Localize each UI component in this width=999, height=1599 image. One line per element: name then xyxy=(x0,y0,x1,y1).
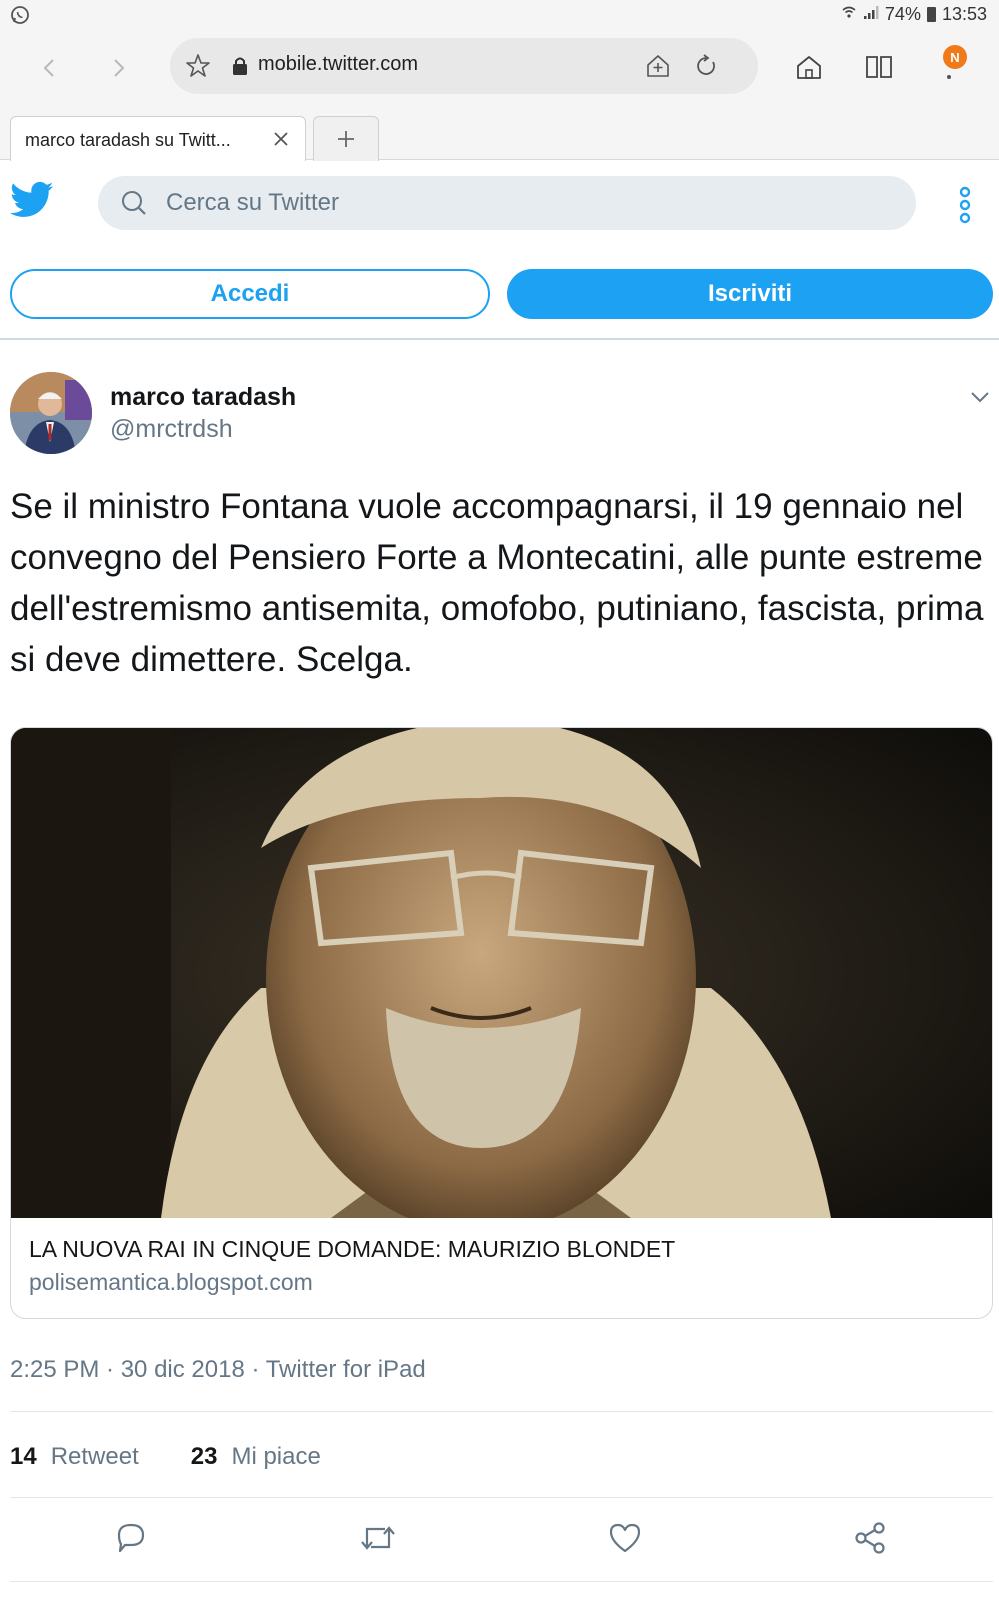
wifi-icon xyxy=(841,4,857,25)
retweet-label: Retweet xyxy=(50,1443,139,1470)
battery-icon xyxy=(926,7,936,22)
retweet-icon[interactable] xyxy=(358,1518,398,1558)
lock-icon xyxy=(226,52,254,80)
chevron-left-icon xyxy=(43,59,54,77)
tab-active[interactable]: marco taradash su Twitt... xyxy=(10,116,306,161)
divider xyxy=(10,1411,993,1412)
share-icon[interactable] xyxy=(850,1518,890,1558)
status-bar: 74% 13:53 xyxy=(0,0,999,30)
avatar[interactable] xyxy=(10,372,92,454)
tweet-stats: 14 Retweet 23 Mi piace xyxy=(10,1443,321,1471)
chevron-right-icon xyxy=(114,59,125,77)
whatsapp-notification-icon xyxy=(10,5,30,30)
tab-title: marco taradash su Twitt... xyxy=(25,130,231,150)
signal-icon xyxy=(863,4,879,25)
card-image xyxy=(11,728,992,1218)
clock: 13:53 xyxy=(941,4,987,24)
url-text: mobile.twitter.com xyxy=(258,53,419,75)
author-handle[interactable]: @mrctrdsh xyxy=(110,415,233,444)
reload-icon[interactable] xyxy=(692,52,720,80)
tweet-text: Se il ministro Fontana vuole accompagnar… xyxy=(10,487,984,679)
new-tab-button[interactable] xyxy=(313,116,379,161)
search-placeholder: Cerca su Twitter xyxy=(166,189,339,216)
twitter-logo-icon[interactable] xyxy=(10,180,54,220)
author-name[interactable]: marco taradash xyxy=(110,383,296,412)
link-card[interactable]: LA NUOVA RAI IN CINQUE DOMANDE: MAURIZIO… xyxy=(10,727,993,1319)
divider xyxy=(10,1581,993,1582)
home-icon[interactable] xyxy=(792,50,826,84)
card-domain: polisemantica.blogspot.com xyxy=(29,1269,313,1295)
like-label: Mi piace xyxy=(231,1443,321,1470)
address-bar[interactable]: mobile.twitter.com xyxy=(170,38,758,94)
login-button[interactable]: Accedi xyxy=(10,269,490,319)
header-divider xyxy=(0,338,999,340)
notification-badge-icon[interactable]: N xyxy=(943,45,967,69)
tab-strip: marco taradash su Twitt... xyxy=(0,110,999,161)
retweet-count: 14 xyxy=(10,1443,37,1470)
divider xyxy=(10,1497,993,1498)
close-icon[interactable] xyxy=(269,127,293,151)
search-icon xyxy=(120,189,148,222)
menu-dot-icon[interactable] xyxy=(947,75,951,79)
chevron-down-icon[interactable] xyxy=(967,384,993,410)
like-stat[interactable]: 23 Mi piace xyxy=(191,1443,321,1471)
card-title: LA NUOVA RAI IN CINQUE DOMANDE: MAURIZIO… xyxy=(29,1236,676,1262)
forward-button[interactable] xyxy=(98,48,138,88)
retweet-stat[interactable]: 14 Retweet xyxy=(10,1443,139,1471)
reply-icon[interactable] xyxy=(111,1518,151,1558)
tweet-meta: 2:25 PM · 30 dic 2018 · Twitter for iPad xyxy=(10,1356,426,1383)
add-to-home-icon[interactable] xyxy=(644,52,672,80)
like-count: 23 xyxy=(190,1443,218,1470)
battery-percent: 74% xyxy=(884,4,921,24)
plus-icon xyxy=(338,131,354,147)
bookmark-star-icon[interactable] xyxy=(184,52,212,80)
like-heart-icon[interactable] xyxy=(605,1518,645,1558)
back-button[interactable] xyxy=(30,48,70,88)
bookmarks-icon[interactable] xyxy=(862,50,896,84)
more-options-icon[interactable] xyxy=(958,186,972,224)
tweet-actions xyxy=(0,1518,999,1564)
signup-button[interactable]: Iscriviti xyxy=(507,269,993,319)
browser-toolbar: mobile.twitter.com N xyxy=(0,30,999,110)
search-input[interactable]: Cerca su Twitter xyxy=(98,176,916,230)
